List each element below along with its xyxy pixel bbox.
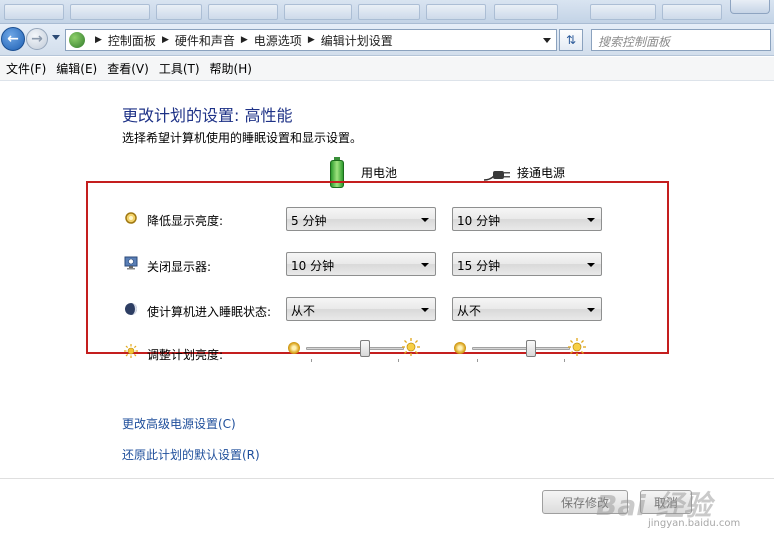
turn-off-display-plugged-select[interactable]: 15 分钟 [452, 252, 602, 276]
chevron-down-icon [421, 263, 429, 267]
breadcrumb-power-options[interactable]: 电源选项 [254, 32, 302, 49]
page-subtitle: 选择希望计算机使用的睡眠设置和显示设置。 [122, 131, 363, 145]
slider-thumb[interactable] [359, 340, 370, 357]
chevron-down-icon [587, 308, 595, 312]
address-bar[interactable]: ▶ 控制面板 ▶ 硬件和声音 ▶ 电源选项 ▶ 编辑计划设置 [65, 29, 557, 51]
back-button[interactable]: ← [1, 27, 25, 51]
restore-defaults-link[interactable]: 还原此计划的默认设置(R) [122, 446, 260, 463]
select-value: 从不 [291, 304, 316, 318]
menu-help[interactable]: 帮助(H) [208, 60, 260, 77]
chevron-down-icon [421, 218, 429, 222]
breadcrumb-edit-plan[interactable]: 编辑计划设置 [321, 32, 393, 49]
refresh-icon: ⇅ [565, 33, 577, 47]
refresh-button[interactable]: ⇅ [559, 29, 583, 51]
turn-off-display-battery-select[interactable]: 10 分钟 [286, 252, 436, 276]
slider-ticks [311, 359, 399, 362]
chevron-down-icon [587, 218, 595, 222]
slider-track[interactable] [306, 347, 404, 350]
menu-bar: 文件(F) 编辑(E) 查看(V) 工具(T) 帮助(H) [0, 57, 774, 81]
select-value: 5 分钟 [291, 214, 327, 228]
taskbar-item[interactable] [70, 4, 150, 20]
taskbar-item[interactable] [358, 4, 420, 20]
column-header-plugged: 接通电源 [517, 166, 566, 180]
dim-sun-icon [288, 342, 300, 354]
taskbar-item[interactable] [4, 4, 64, 20]
chevron-right-icon[interactable]: ▶ [308, 35, 315, 45]
dim-display-plugged-select[interactable]: 10 分钟 [452, 207, 602, 231]
setting-label-dim-display: 降低显示亮度: [147, 214, 224, 228]
chevron-down-icon [421, 308, 429, 312]
control-panel-icon [69, 32, 85, 48]
dim-display-battery-select[interactable]: 5 分钟 [286, 207, 436, 231]
sleep-plugged-select[interactable]: 从不 [452, 297, 602, 321]
breadcrumb-control-panel[interactable]: 控制面板 [108, 32, 156, 49]
taskbar-item[interactable] [208, 4, 278, 20]
history-dropdown-icon[interactable] [52, 35, 60, 40]
power-plug-icon [484, 171, 510, 181]
bright-sun-icon [568, 338, 586, 356]
taskbar-item[interactable] [590, 4, 656, 20]
forward-button[interactable]: → [26, 28, 48, 50]
main-content: 更改计划的设置: 高性能 选择希望计算机使用的睡眠设置和显示设置。 用电池 接通… [0, 82, 774, 550]
slider-ticks [477, 359, 565, 362]
watermark-url: jingyan.baidu.com [648, 518, 741, 529]
select-value: 10 分钟 [457, 214, 501, 228]
advanced-power-settings-link[interactable]: 更改高级电源设置(C) [122, 415, 236, 432]
setting-label-turn-off-display: 关闭显示器: [147, 260, 212, 274]
address-dropdown-icon[interactable] [543, 38, 551, 43]
chevron-down-icon [587, 263, 595, 267]
taskbar-item[interactable] [156, 4, 202, 20]
brightness-plugged-slider[interactable] [454, 338, 586, 362]
setting-label-brightness: 调整计划亮度: [147, 348, 224, 362]
taskbar-item[interactable] [284, 4, 352, 20]
taskbar-item[interactable] [494, 4, 558, 20]
column-header-battery: 用电池 [361, 166, 398, 180]
window-control-button[interactable] [730, 0, 770, 14]
slider-track[interactable] [472, 347, 570, 350]
arrow-right-icon: → [31, 31, 43, 47]
taskbar-item[interactable] [662, 4, 722, 20]
slider-thumb[interactable] [525, 340, 536, 357]
page-title: 更改计划的设置: 高性能 [122, 106, 293, 125]
chevron-right-icon[interactable]: ▶ [95, 35, 102, 45]
chevron-right-icon[interactable]: ▶ [241, 35, 248, 45]
sleep-battery-select[interactable]: 从不 [286, 297, 436, 321]
select-value: 15 分钟 [457, 259, 501, 273]
arrow-left-icon: ← [7, 31, 19, 47]
setting-label-sleep: 使计算机进入睡眠状态: [147, 305, 272, 319]
bright-sun-icon [402, 338, 420, 356]
dim-sun-icon [454, 342, 466, 354]
menu-edit[interactable]: 编辑(E) [54, 60, 105, 77]
taskbar-strip [0, 0, 774, 24]
monitor-off-icon [124, 256, 138, 270]
select-value: 从不 [457, 304, 482, 318]
select-value: 10 分钟 [291, 259, 335, 273]
brightness-icon [124, 344, 138, 358]
brightness-battery-slider[interactable] [288, 338, 420, 362]
dim-display-icon [125, 212, 137, 224]
menu-tools[interactable]: 工具(T) [157, 60, 208, 77]
menu-view[interactable]: 查看(V) [105, 60, 157, 77]
search-input[interactable]: 搜索控制面板 [591, 29, 771, 51]
address-toolbar: ← → ▶ 控制面板 ▶ 硬件和声音 ▶ 电源选项 ▶ 编辑计划设置 ⇅ 搜索控… [0, 24, 774, 56]
breadcrumb-hardware-sound[interactable]: 硬件和声音 [175, 32, 235, 49]
taskbar-item[interactable] [426, 4, 486, 20]
chevron-right-icon[interactable]: ▶ [162, 35, 169, 45]
sleep-icon [125, 303, 137, 315]
menu-file[interactable]: 文件(F) [4, 60, 54, 77]
